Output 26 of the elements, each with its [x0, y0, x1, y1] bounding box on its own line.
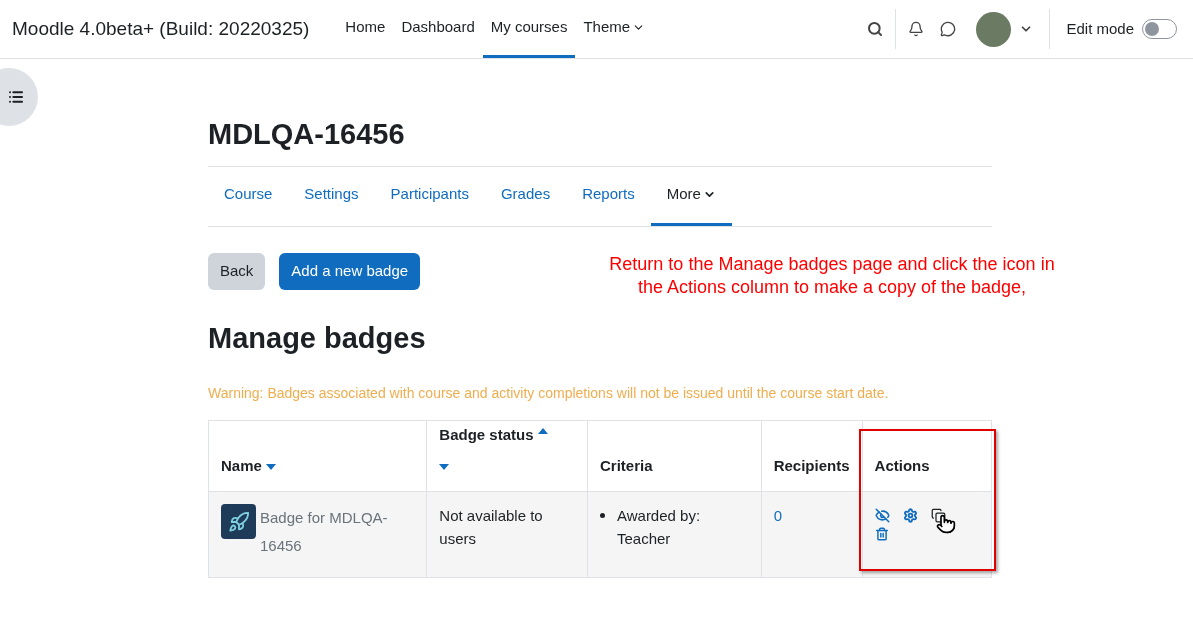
edit-mode-label: Edit mode: [1066, 18, 1134, 39]
column-header[interactable]: Name: [208, 420, 427, 492]
site-title[interactable]: Moodle 4.0beta+ (Build: 20220325): [12, 14, 310, 44]
column-header[interactable]: Badge status: [426, 420, 588, 492]
column-header[interactable]: Criteria: [587, 420, 762, 492]
nav-link[interactable]: Theme: [575, 0, 654, 58]
column-header[interactable]: Recipients: [761, 420, 863, 492]
recipients-link[interactable]: 0: [773, 507, 783, 524]
criteria-text: Awarded by: Teacher: [616, 506, 702, 549]
course-tab[interactable]: Course: [208, 166, 289, 226]
button[interactable]: Back: [208, 252, 266, 290]
course-title: MDLQA-16456: [208, 117, 406, 152]
annotation-text: Return to the Manage badges page and click the icon in the Actions column to make a copy of the badge,: [608, 253, 1056, 299]
button[interactable]: Add a new badge: [279, 252, 421, 290]
page-heading: Manage badges: [208, 320, 426, 356]
course-tab[interactable]: More: [650, 166, 732, 226]
course-tab[interactable]: Reports: [566, 166, 651, 226]
warning-text: Warning: Badges associated with course and activity completions will not be issued until the course start date.: [208, 384, 890, 403]
nav-link[interactable]: Home: [337, 0, 394, 58]
course-tab[interactable]: Participants: [374, 166, 485, 226]
course-tab[interactable]: Settings: [288, 166, 375, 226]
nav-link[interactable]: My courses: [482, 0, 576, 58]
nav-link[interactable]: Dashboard: [393, 0, 483, 58]
course-tab[interactable]: Grades: [484, 166, 567, 226]
column-header[interactable]: Actions: [862, 420, 992, 492]
table-cell: Not available to users: [426, 491, 588, 578]
